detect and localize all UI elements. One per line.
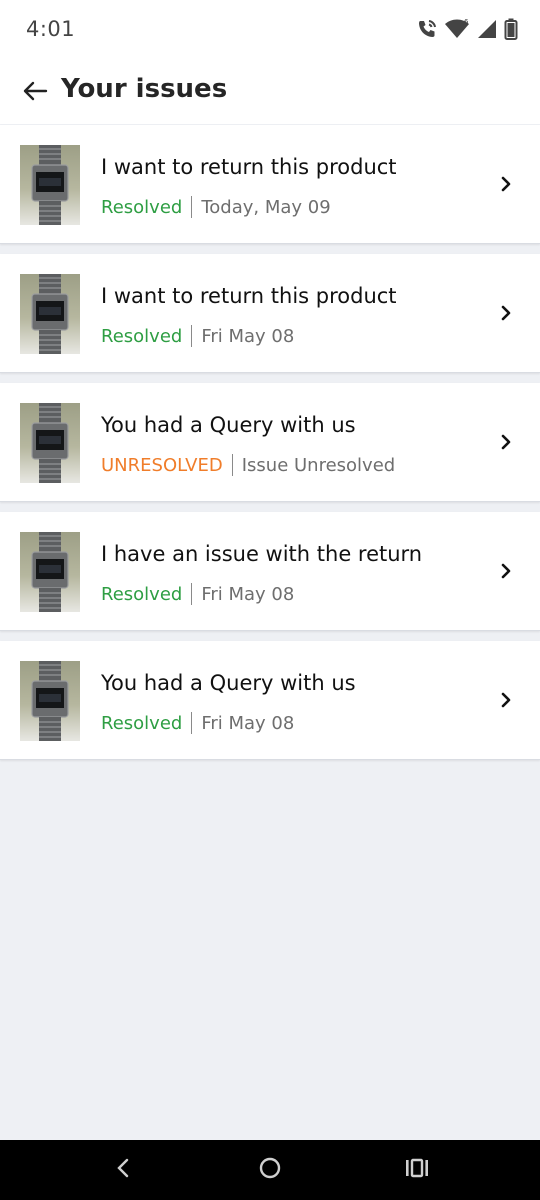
issue-status: Resolved — [101, 325, 183, 347]
wifi-icon: 6 — [444, 18, 470, 44]
page-title: Your issues — [61, 74, 228, 104]
issue-status: Resolved — [101, 712, 183, 734]
issue-date: Fri May 08 — [201, 325, 295, 347]
status-time: 4:01 — [26, 17, 76, 41]
app-header: Your issues — [0, 62, 540, 124]
nav-back-button[interactable] — [108, 1155, 138, 1185]
back-button[interactable] — [18, 76, 52, 110]
chevron-right-icon — [498, 175, 514, 193]
issue-status: UNRESOLVED — [101, 454, 223, 476]
nav-home-button[interactable] — [255, 1155, 285, 1185]
product-thumbnail — [20, 532, 80, 612]
chevron-right-icon — [498, 304, 514, 322]
issue-meta: Resolved Fri May 08 — [101, 325, 294, 347]
issue-card[interactable]: You had a Query with us UNRESOLVED Issue… — [0, 383, 540, 502]
nav-back-icon — [115, 1157, 131, 1183]
wifi-calling-icon — [416, 18, 438, 44]
nav-home-icon — [258, 1156, 282, 1184]
meta-divider — [231, 454, 233, 476]
battery-icon — [504, 18, 518, 44]
system-nav-bar — [0, 1140, 540, 1200]
issue-title: You had a Query with us — [101, 413, 356, 437]
nav-recents-button[interactable] — [402, 1155, 432, 1185]
issue-title: I have an issue with the return — [101, 542, 423, 566]
issue-card[interactable]: You had a Query with us Resolved Fri May… — [0, 641, 540, 760]
status-bar: 4:01 6 — [0, 0, 540, 62]
chevron-right-icon — [498, 433, 514, 451]
issue-meta: Resolved Today, May 09 — [101, 196, 331, 218]
status-icons: 6 — [416, 18, 518, 44]
meta-divider — [191, 712, 193, 734]
nav-recents-icon — [404, 1157, 430, 1183]
signal-icon — [476, 18, 498, 44]
issue-meta: Resolved Fri May 08 — [101, 712, 294, 734]
issue-date: Today, May 09 — [201, 196, 331, 218]
meta-divider — [191, 325, 193, 347]
meta-divider — [191, 583, 193, 605]
issue-title: I want to return this product — [101, 284, 397, 308]
issue-meta: Resolved Fri May 08 — [101, 583, 294, 605]
issue-date: Fri May 08 — [201, 712, 295, 734]
product-thumbnail — [20, 274, 80, 354]
issue-status: Resolved — [101, 196, 183, 218]
product-thumbnail — [20, 661, 80, 741]
issue-card[interactable]: I want to return this product Resolved F… — [0, 254, 540, 373]
issue-title: You had a Query with us — [101, 671, 356, 695]
chevron-right-icon — [498, 562, 514, 580]
issue-status: Resolved — [101, 583, 183, 605]
issue-card[interactable]: I want to return this product Resolved T… — [0, 125, 540, 244]
issue-card[interactable]: I have an issue with the return Resolved… — [0, 512, 540, 631]
meta-divider — [191, 196, 193, 218]
product-thumbnail — [20, 145, 80, 225]
issue-date: Fri May 08 — [201, 583, 295, 605]
issue-title: I want to return this product — [101, 155, 397, 179]
issue-list: I want to return this product Resolved T… — [0, 125, 540, 770]
chevron-right-icon — [498, 691, 514, 709]
svg-text:6: 6 — [464, 18, 469, 26]
arrow-left-icon — [22, 80, 48, 106]
issue-meta: UNRESOLVED Issue Unresolved — [101, 454, 395, 476]
issue-date: Issue Unresolved — [241, 454, 396, 476]
product-thumbnail — [20, 403, 80, 483]
